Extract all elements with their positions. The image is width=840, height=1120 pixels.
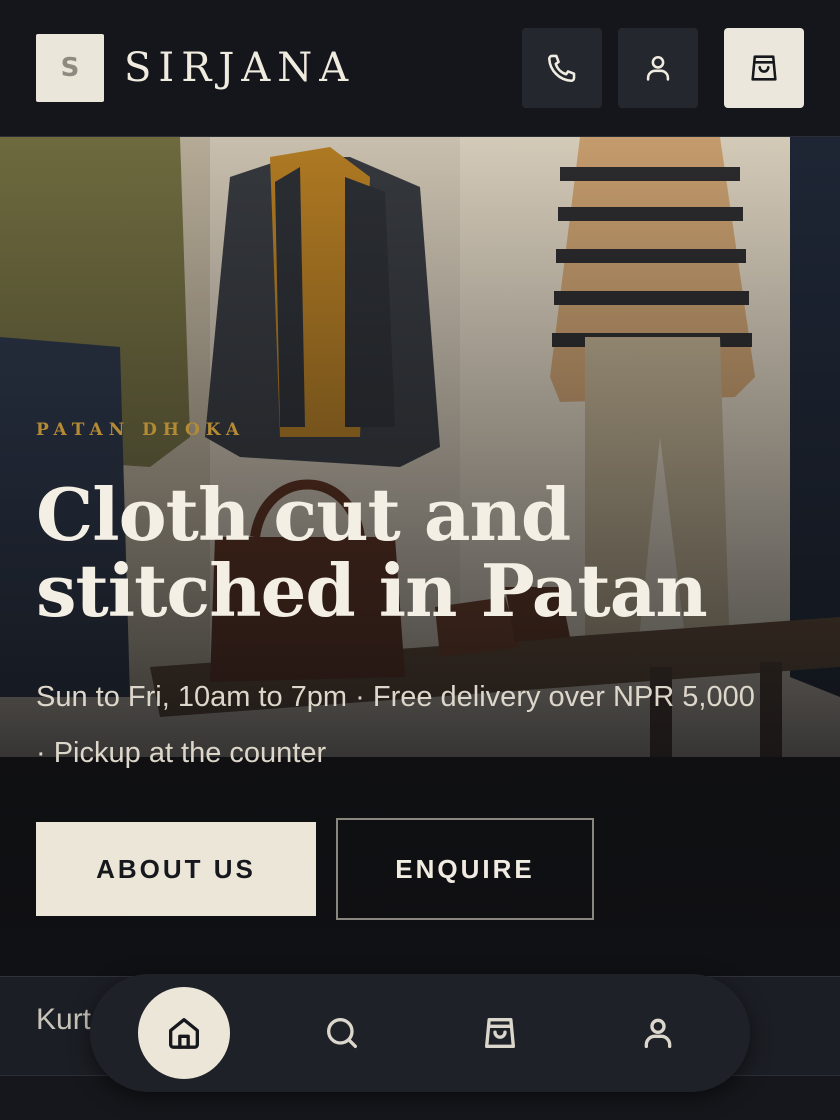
nav-cart[interactable] bbox=[454, 987, 546, 1079]
hero-headline: Cloth cut and stitched in Patan bbox=[36, 472, 708, 633]
user-icon bbox=[644, 1018, 672, 1048]
account-button[interactable] bbox=[618, 28, 698, 108]
home-icon bbox=[169, 1018, 199, 1049]
logo-mark[interactable]: S bbox=[36, 34, 104, 102]
hero-section: PATAN DHOKA Cloth cut and stitched in Pa… bbox=[0, 137, 840, 976]
bottom-navigation bbox=[90, 974, 750, 1092]
user-icon bbox=[646, 55, 670, 81]
search-icon bbox=[327, 1017, 357, 1048]
shopping-bag-icon bbox=[751, 55, 777, 81]
site-header: S SIRJANA bbox=[0, 0, 840, 137]
phone-icon bbox=[547, 54, 576, 83]
nav-home[interactable] bbox=[138, 987, 230, 1079]
shopping-bag-icon bbox=[485, 1018, 515, 1048]
nav-search[interactable] bbox=[296, 987, 388, 1079]
about-us-button[interactable]: ABOUT US bbox=[36, 822, 316, 916]
cart-button[interactable] bbox=[724, 28, 804, 108]
logo-letter: S bbox=[60, 53, 80, 83]
category-item[interactable]: Kurt bbox=[36, 1003, 91, 1037]
hero-subline: Sun to Fri, 10am to 7pm · Free delivery … bbox=[36, 681, 755, 769]
hero-eyebrow: PATAN DHOKA bbox=[36, 420, 246, 440]
brand-name[interactable]: SIRJANA bbox=[124, 42, 355, 94]
phone-button[interactable] bbox=[522, 28, 602, 108]
nav-account[interactable] bbox=[612, 987, 704, 1079]
enquire-button[interactable]: ENQUIRE bbox=[336, 818, 594, 920]
